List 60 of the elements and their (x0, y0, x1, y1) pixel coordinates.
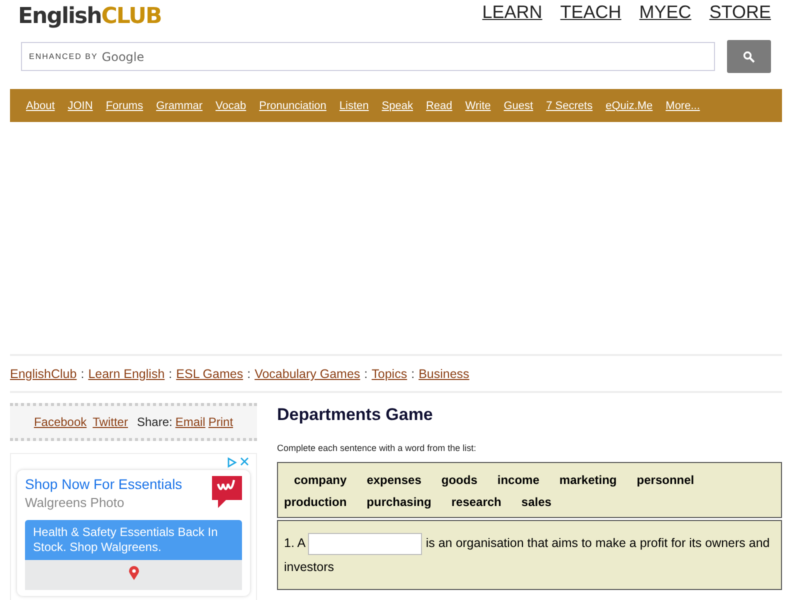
search-field[interactable]: ENHANCED BY Google (21, 42, 715, 71)
ad-title[interactable]: Shop Now For Essentials (25, 476, 182, 492)
breadcrumb-link[interactable]: ESL Games (176, 367, 244, 381)
nav-link[interactable]: Vocab (216, 100, 246, 112)
nav-link[interactable]: Write (465, 100, 491, 112)
play-icon[interactable] (227, 457, 237, 468)
site-logo[interactable]: EnglishCLUB (18, 0, 162, 34)
answer-field[interactable] (308, 532, 422, 555)
close-icon[interactable] (240, 457, 249, 466)
ad-card[interactable]: Shop Now For Essentials Walgreens Photo Health & Safety Essentials Back In Stock. Shop Walgreens. (17, 470, 250, 596)
nav-link[interactable]: Read (426, 100, 452, 112)
ad-subtitle: Walgreens Photo (25, 495, 126, 510)
top-nav-link[interactable]: TEACH (560, 2, 622, 23)
share-link[interactable]: Email (175, 415, 206, 429)
breadcrumb-separator: : (247, 367, 251, 381)
breadcrumb-link[interactable]: EnglishClub (10, 367, 77, 381)
word-option: expenses (366, 471, 422, 489)
nav-link[interactable]: Grammar (156, 100, 203, 112)
share-link[interactable]: Facebook (34, 415, 87, 429)
word-option: sales (521, 493, 552, 511)
share-link[interactable]: Twitter (92, 415, 128, 429)
nav-link[interactable]: Listen (339, 100, 369, 112)
breadcrumb-link[interactable]: Vocabulary Games (254, 367, 360, 381)
word-option: production (284, 493, 347, 511)
word-option: income (497, 471, 540, 489)
top-nav-link[interactable]: MYEC (639, 2, 692, 23)
question-text: 1. A is an organisation that aims to make a profit for its owners and investors (284, 531, 775, 579)
nav-link[interactable]: Pronunciation (259, 100, 326, 112)
ad-message[interactable]: Health & Safety Essentials Back In Stock. Shop Walgreens. (25, 520, 242, 560)
share-link[interactable]: Print (208, 415, 234, 429)
nav-link[interactable]: JOIN (68, 100, 93, 112)
nav-link[interactable]: Speak (382, 100, 413, 112)
breadcrumb-separator: : (80, 367, 84, 381)
logo-icon (212, 476, 242, 508)
map-pin-icon (129, 566, 139, 580)
breadcrumb-separator: : (364, 367, 368, 381)
word-option: personnel (636, 471, 694, 489)
word-option: company (294, 471, 347, 489)
nav-link[interactable]: Forums (106, 100, 144, 112)
search-button[interactable] (727, 40, 771, 73)
nav-link[interactable]: eQuiz.Me (606, 100, 653, 112)
word-option: purchasing (366, 493, 432, 511)
share-label: Share: (136, 415, 172, 429)
breadcrumb-link[interactable]: Business (418, 367, 470, 381)
game-title: Departments Game (277, 405, 434, 425)
breadcrumb-link[interactable]: Learn English (88, 367, 165, 381)
word-option: marketing (559, 471, 617, 489)
top-nav-link[interactable]: LEARN (482, 2, 542, 23)
breadcrumb-separator: : (411, 367, 415, 381)
breadcrumb-link[interactable]: Topics (372, 367, 408, 381)
nav-link[interactable]: 7 Secrets (546, 100, 593, 112)
nav-link[interactable]: Guest (504, 100, 534, 112)
search-icon (743, 50, 755, 62)
instruction-text: Complete each sentence with a word from the list: (277, 443, 478, 453)
nav-link[interactable]: More... (666, 100, 700, 112)
word-option: goods (441, 471, 478, 489)
word-option: research (451, 493, 502, 511)
top-nav-link[interactable]: STORE (709, 2, 771, 23)
nav-link[interactable]: About (26, 100, 55, 112)
breadcrumb-separator: : (168, 367, 172, 381)
